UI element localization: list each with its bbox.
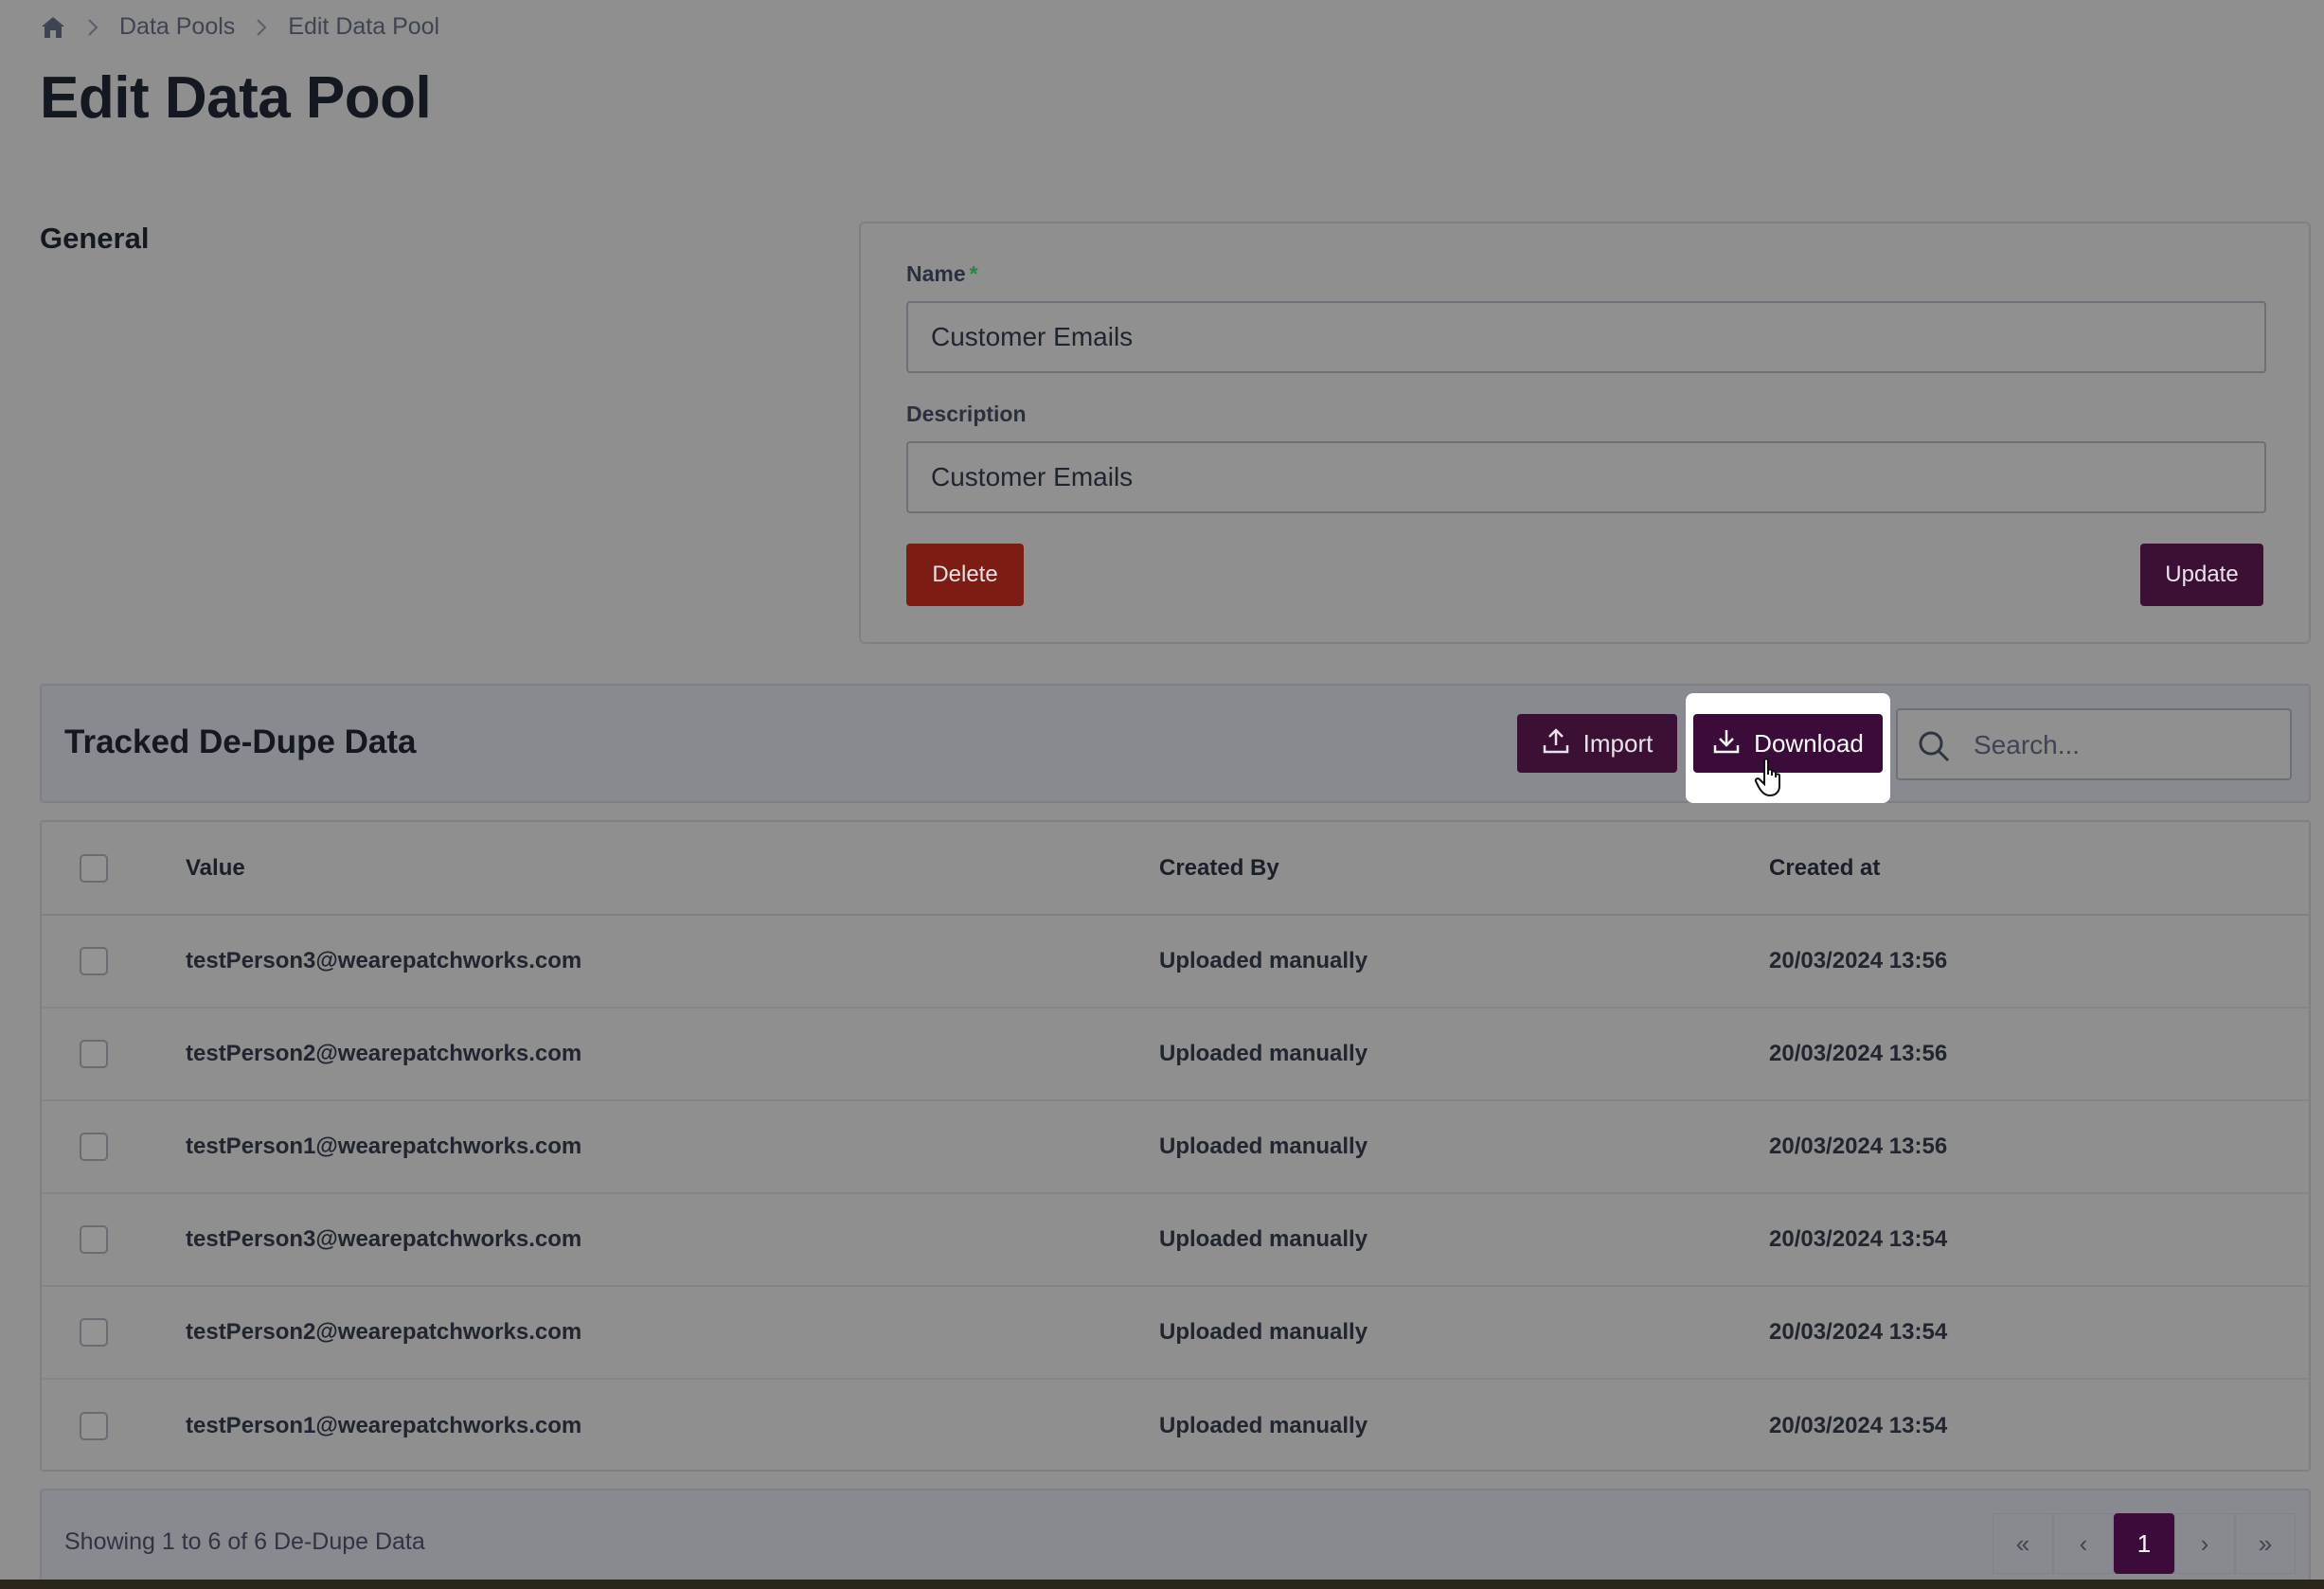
section-title-general: General bbox=[40, 222, 150, 255]
table-row[interactable]: testPerson2@wearepatchworks.com Uploaded… bbox=[42, 1008, 2309, 1100]
cell-created-by: Uploaded manually bbox=[1159, 1226, 1368, 1252]
table-row[interactable]: testPerson3@wearepatchworks.com Uploaded… bbox=[42, 915, 2309, 1008]
table-row[interactable]: testPerson3@wearepatchworks.com Uploaded… bbox=[42, 1193, 2309, 1286]
column-header-value[interactable]: Value bbox=[186, 822, 1159, 915]
next-page-button[interactable]: › bbox=[2174, 1513, 2235, 1574]
select-all-checkbox[interactable] bbox=[80, 853, 108, 883]
table-row[interactable]: testPerson1@wearepatchworks.com Uploaded… bbox=[42, 1379, 2309, 1472]
cell-created-by: Uploaded manually bbox=[1159, 1134, 1368, 1159]
row-checkbox[interactable] bbox=[80, 1225, 108, 1254]
pagination: « ‹ 1 › » bbox=[1993, 1513, 2296, 1574]
first-page-button[interactable]: « bbox=[1993, 1513, 2053, 1574]
dedupe-data-table: Value Created By Created at testPerson3@… bbox=[40, 820, 2311, 1472]
breadcrumb: Data Pools Edit Data Pool bbox=[40, 13, 439, 41]
row-checkbox[interactable] bbox=[80, 1040, 108, 1068]
cell-value: testPerson2@wearepatchworks.com bbox=[186, 1319, 582, 1345]
row-checkbox[interactable] bbox=[80, 1411, 108, 1440]
cell-created-at: 20/03/2024 13:56 bbox=[1769, 1134, 1948, 1159]
tracked-data-header: Tracked De-Dupe Data Import Download bbox=[40, 684, 2311, 803]
breadcrumb-item-data-pools[interactable]: Data Pools bbox=[119, 13, 235, 41]
cell-value: testPerson2@wearepatchworks.com bbox=[186, 1041, 582, 1066]
name-label-text: Name bbox=[906, 261, 966, 286]
page-button-current[interactable]: 1 bbox=[2114, 1513, 2174, 1574]
delete-button[interactable]: Delete bbox=[906, 544, 1024, 606]
cell-value: testPerson3@wearepatchworks.com bbox=[186, 948, 582, 973]
column-header-created-at[interactable]: Created at bbox=[1769, 822, 2309, 915]
import-label: Import bbox=[1582, 728, 1654, 758]
cell-created-by: Uploaded manually bbox=[1159, 948, 1368, 973]
required-marker: * bbox=[969, 261, 978, 286]
description-input[interactable] bbox=[906, 441, 2266, 513]
cell-created-at: 20/03/2024 13:54 bbox=[1769, 1319, 1948, 1345]
row-checkbox-cell bbox=[42, 1379, 186, 1472]
description-label: Description bbox=[906, 402, 1027, 426]
row-checkbox-cell bbox=[42, 915, 186, 1008]
cell-created-at: 20/03/2024 13:56 bbox=[1769, 1041, 1948, 1066]
chevron-right-icon bbox=[87, 18, 98, 37]
cell-created-at: 20/03/2024 13:54 bbox=[1769, 1412, 1948, 1438]
page-title: Edit Data Pool bbox=[40, 65, 432, 131]
row-checkbox[interactable] bbox=[80, 1318, 108, 1347]
search-input[interactable] bbox=[1972, 718, 2279, 773]
table-header-row: Value Created By Created at bbox=[42, 822, 2309, 915]
cell-value: testPerson3@wearepatchworks.com bbox=[186, 1226, 582, 1252]
name-label: Name * bbox=[906, 261, 978, 287]
page: Data Pools Edit Data Pool Edit Data Pool… bbox=[0, 0, 2324, 1589]
download-label: Download bbox=[1754, 728, 1864, 758]
cell-created-by: Uploaded manually bbox=[1159, 1412, 1368, 1438]
background-strip bbox=[0, 1580, 2324, 1589]
column-header-created-by[interactable]: Created By bbox=[1159, 822, 1769, 915]
row-checkbox-cell bbox=[42, 1286, 186, 1379]
cell-created-at: 20/03/2024 13:54 bbox=[1769, 1226, 1948, 1252]
cell-created-at: 20/03/2024 13:56 bbox=[1769, 948, 1948, 973]
last-page-button[interactable]: » bbox=[2235, 1513, 2296, 1574]
header-checkbox-cell bbox=[42, 822, 186, 915]
upload-icon bbox=[1542, 726, 1570, 761]
home-icon[interactable] bbox=[40, 15, 66, 40]
row-checkbox-cell bbox=[42, 1008, 186, 1100]
breadcrumb-item-edit-data-pool: Edit Data Pool bbox=[288, 13, 440, 40]
table-footer: Showing 1 to 6 of 6 De-Dupe Data « ‹ 1 ›… bbox=[40, 1489, 2311, 1583]
search-box bbox=[1896, 708, 2292, 780]
row-checkbox-cell bbox=[42, 1100, 186, 1193]
table-row[interactable]: testPerson2@wearepatchworks.com Uploaded… bbox=[42, 1286, 2309, 1379]
update-button[interactable]: Update bbox=[2140, 544, 2263, 606]
import-button[interactable]: Import bbox=[1517, 714, 1677, 773]
cell-created-by: Uploaded manually bbox=[1159, 1041, 1368, 1066]
name-input[interactable] bbox=[906, 301, 2266, 373]
cell-value: testPerson1@wearepatchworks.com bbox=[186, 1134, 582, 1159]
download-button[interactable]: Download bbox=[1693, 714, 1883, 773]
general-form-card: Name* Description Delete Update bbox=[859, 222, 2311, 644]
row-checkbox-cell bbox=[42, 1193, 186, 1286]
cell-value: testPerson1@wearepatchworks.com bbox=[186, 1412, 582, 1438]
download-icon bbox=[1712, 726, 1741, 761]
chevron-right-icon bbox=[256, 18, 267, 37]
tracked-data-title: Tracked De-Dupe Data bbox=[64, 723, 417, 760]
previous-page-button[interactable]: ‹ bbox=[2053, 1513, 2114, 1574]
row-checkbox[interactable] bbox=[80, 1133, 108, 1161]
row-checkbox[interactable] bbox=[80, 947, 108, 975]
results-count: Showing 1 to 6 of 6 De-Dupe Data bbox=[64, 1528, 425, 1555]
table-row[interactable]: testPerson1@wearepatchworks.com Uploaded… bbox=[42, 1100, 2309, 1193]
cell-created-by: Uploaded manually bbox=[1159, 1319, 1368, 1345]
hand-pointer-icon bbox=[1754, 758, 1786, 802]
